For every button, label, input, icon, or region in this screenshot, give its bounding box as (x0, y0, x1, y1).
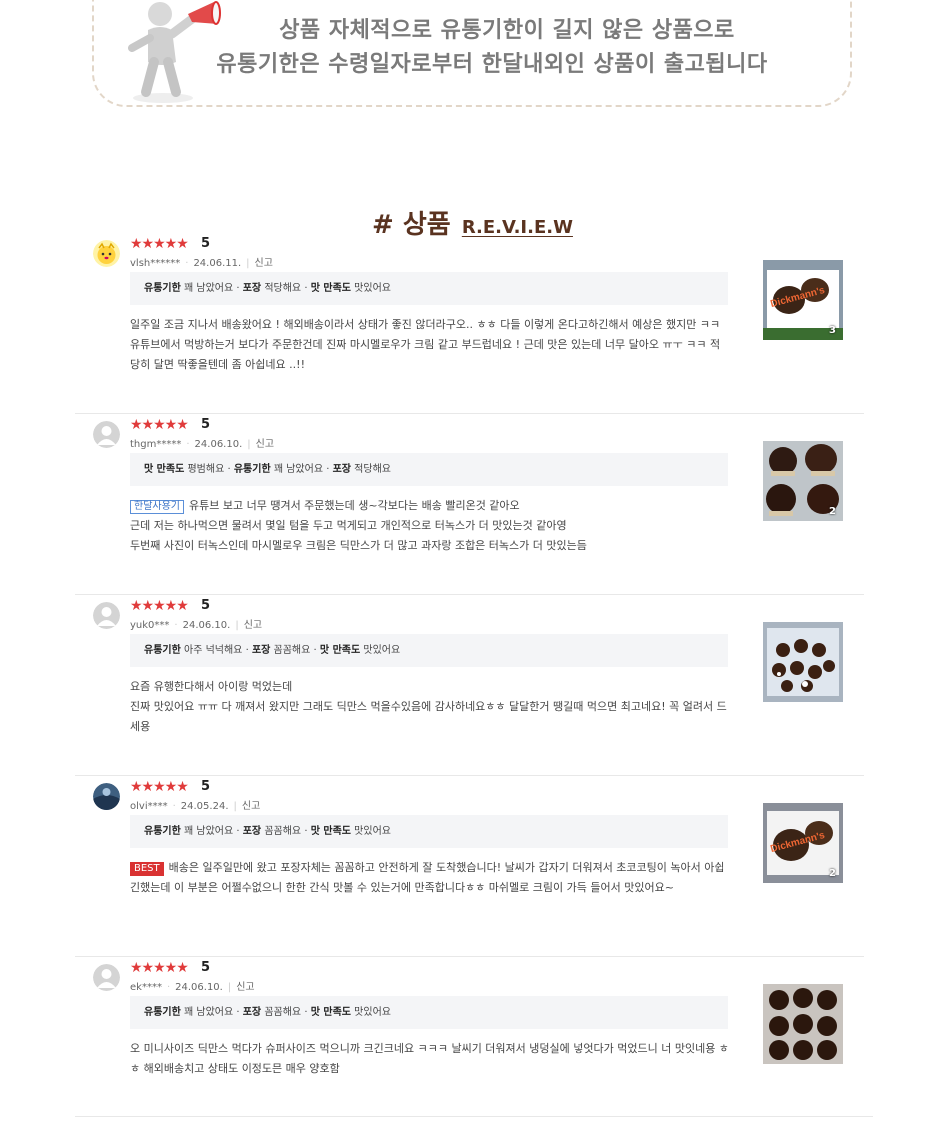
review-text: 일주일 조금 지나서 배송왔어요 ! 해외배송이라서 상태가 좋진 않더라구오.… (130, 318, 721, 371)
review-date: 24.06.11. (193, 258, 242, 269)
reviewer-id: thgm***** (130, 439, 182, 450)
reviewer-id: olvi**** (130, 801, 168, 812)
month-use-badge: 한달사용기 (130, 500, 184, 514)
review-item: ★★★★★ 5 ek**** · 24.06.10. | 신고 유통기한 꽤 남았어요 … (75, 956, 864, 1116)
star-rating-icon: ★★★★★ (130, 960, 189, 976)
review-tags: 맛 만족도 평범해요 · 유통기한 꽤 남았어요 · 포장 적당해요 (130, 453, 728, 486)
reviewer-id: vlsh****** (130, 258, 181, 269)
star-rating-icon: ★★★★★ (130, 598, 189, 614)
star-rating-icon: ★★★★★ (130, 236, 189, 252)
review-date: 24.05.24. (180, 801, 229, 812)
report-link[interactable]: 신고 (255, 258, 273, 269)
review-date: 24.06.10. (182, 620, 231, 631)
default-avatar-icon (93, 421, 120, 448)
star-rating-icon: ★★★★★ (130, 417, 189, 433)
best-badge: BEST (130, 862, 164, 876)
review-photo-thumbnail[interactable] (763, 622, 843, 702)
photo-count: 2 (829, 506, 836, 517)
rating-score: 5 (201, 779, 211, 794)
review-item: ★★★★★ 5 vlsh****** · 24.06.11. | 신고 유통기한 꽤 남… (75, 232, 864, 414)
star-rating-icon: ★★★★★ (130, 779, 189, 795)
report-link[interactable]: 신고 (236, 982, 254, 993)
review-photo-thumbnail[interactable]: Dickmann's 3 (763, 260, 843, 340)
photo-avatar-icon (93, 783, 120, 810)
review-meta: vlsh****** · 24.06.11. | 신고 (130, 258, 273, 269)
review-tags: 유통기한 꽤 남았어요 · 포장 꼼꼼해요 · 맛 만족도 맛있어요 (130, 815, 728, 848)
megaphone-mascot-icon (128, 1, 221, 103)
review-tags: 유통기한 아주 넉넉해요 · 포장 꼼꼼해요 · 맛 만족도 맛있어요 (130, 634, 728, 667)
default-avatar-icon (93, 602, 120, 629)
review-text: BEST 배송은 일주일만에 왔고 포장자체는 꼼꼼하고 안전하게 잘 도착했습니… (130, 861, 725, 894)
rating-score: 5 (201, 417, 211, 432)
review-photo-thumbnail[interactable]: 2 (763, 441, 843, 521)
review-meta: ek**** · 24.06.10. | 신고 (130, 982, 255, 993)
review-photo-thumbnail[interactable]: Dickmann's 2 (763, 803, 843, 883)
report-link[interactable]: 신고 (242, 801, 260, 812)
rating-score: 5 (201, 960, 211, 975)
report-link[interactable]: 신고 (256, 439, 274, 450)
review-item: ★★★★★ 5 yuk0*** · 24.06.10. | 신고 유통기한 아주 넉넉해… (75, 594, 864, 776)
rating-score: 5 (201, 598, 211, 613)
review-date: 24.06.10. (194, 439, 243, 450)
review-date: 24.06.10. (175, 982, 223, 993)
review-meta: thgm***** · 24.06.10. | 신고 (130, 439, 275, 450)
review-photo-thumbnail[interactable] (763, 984, 843, 1064)
reviewer-id: yuk0*** (130, 620, 170, 631)
photo-count: 3 (829, 325, 836, 336)
review-item: ★★★★★ 5 olvi**** · 24.05.24. | 신고 유통기한 꽤 남았어… (75, 775, 864, 957)
rating-score: 5 (201, 236, 211, 251)
report-link[interactable]: 신고 (244, 620, 262, 631)
review-text: 오 미니사이즈 딕만스 먹다가 슈퍼사이즈 먹으니까 크긴크네요 ㅋㅋㅋ 날씨기… (130, 1042, 729, 1075)
review-item: ★★★★★ 5 thgm***** · 24.06.10. | 신고 맛 만족도 평범해… (75, 413, 864, 595)
review-text: 요즘 유행한다해서 아이랑 먹었는데 진짜 맛있어요 ㅠㅠ 다 깨져서 왔지만 … (130, 680, 727, 733)
review-tags: 유통기한 꽤 남았어요 · 포장 꼼꼼해요 · 맛 만족도 맛있어요 (130, 996, 728, 1029)
review-tags: 유통기한 꽤 남았어요 · 포장 적당해요 · 맛 만족도 맛있어요 (130, 272, 728, 305)
photo-count: 2 (829, 868, 836, 879)
default-avatar-icon (93, 964, 120, 991)
character-avatar-icon (93, 240, 120, 267)
section-divider (75, 1116, 873, 1117)
review-meta: olvi**** · 24.05.24. | 신고 (130, 801, 261, 812)
reviewer-id: ek**** (130, 982, 162, 993)
review-meta: yuk0*** · 24.06.10. | 신고 (130, 620, 263, 631)
review-text: 한달사용기 유튜브 보고 너무 땡겨서 주문했는데 생~각보다는 배송 빨리온것 … (130, 499, 587, 552)
